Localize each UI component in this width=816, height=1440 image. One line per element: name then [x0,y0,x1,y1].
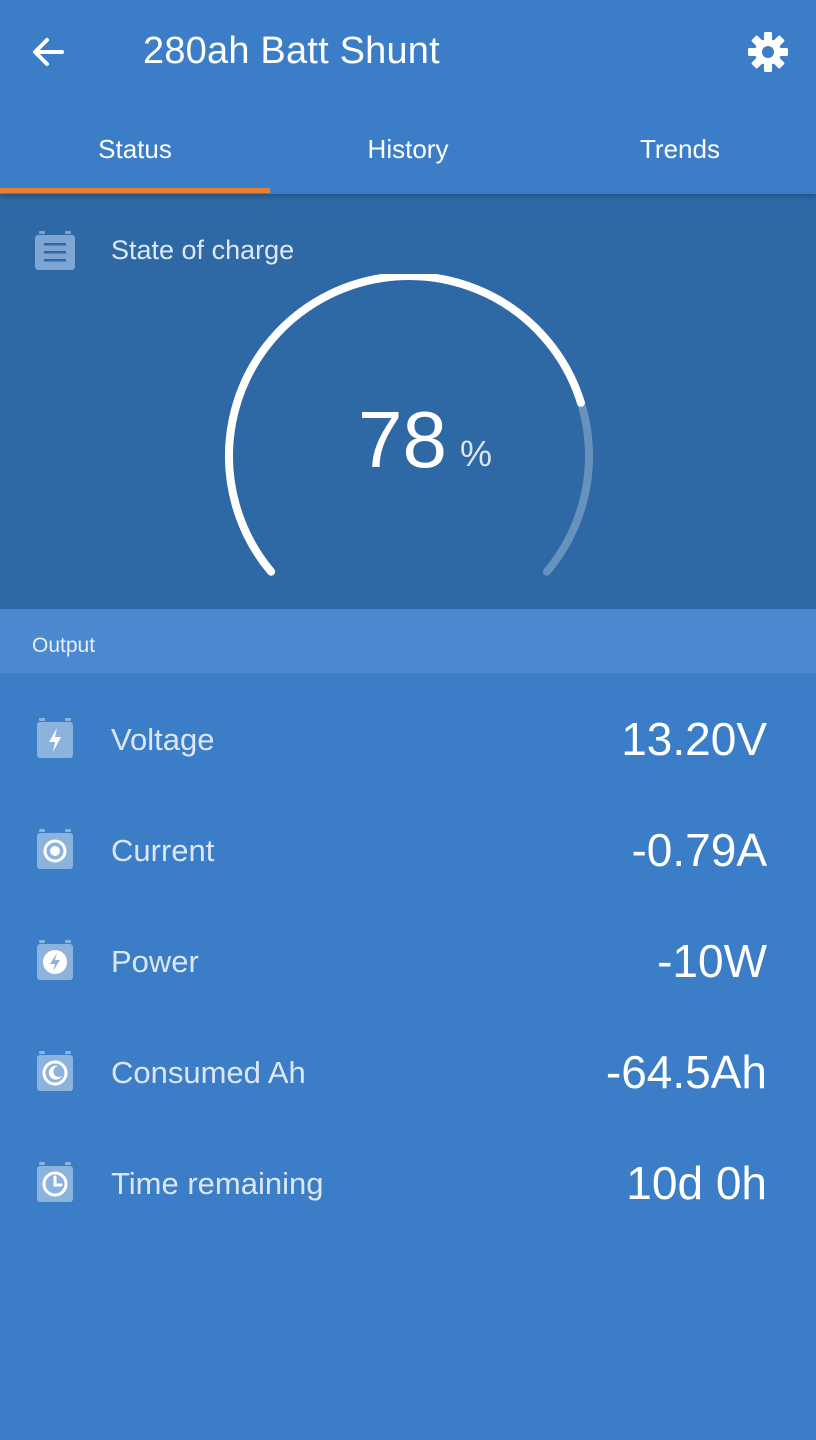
circle-dot-icon [37,829,73,869]
settings-button[interactable] [744,28,792,76]
tab-status[interactable]: Status [0,104,270,194]
tab-history[interactable]: History [272,104,544,194]
output-section-title: Output [32,634,96,657]
app-bar: 280ah Batt Shunt [0,0,816,104]
arrow-left-icon [33,38,64,66]
power-value: -10W [657,935,767,987]
current-value: -0.79A [631,824,767,876]
consumed-ah-row[interactable]: Consumed Ah -64.5Ah [0,1020,816,1131]
voltage-row[interactable]: Voltage 13.20V [0,687,816,798]
tab-trends[interactable]: Trends [544,104,816,194]
current-label: Current [111,833,215,868]
power-label: Power [111,944,199,979]
active-tab-indicator [0,188,270,193]
power-row[interactable]: Power -10W [0,909,816,1020]
consumed-ah-label: Consumed Ah [111,1055,306,1090]
bolt-icon [37,718,73,758]
consumed-ah-value: -64.5Ah [605,1046,767,1098]
list-icon [35,231,75,270]
time-remaining-row[interactable]: Time remaining 10d 0h [0,1131,816,1242]
time-remaining-value: 10d 0h [626,1157,767,1209]
tab-bar: Status History Trends [0,104,816,194]
state-of-charge-panel: State of charge 78 % [0,194,816,609]
back-button[interactable] [22,24,74,80]
current-row[interactable]: Current -0.79A [0,798,816,909]
voltage-label: Voltage [111,722,215,757]
voltage-value: 13.20V [621,713,767,765]
state-of-charge-label: State of charge [111,235,295,265]
page-title: 280ah Batt Shunt [143,30,440,72]
moon-icon [37,1051,73,1091]
power-bolt-icon [37,940,73,980]
time-remaining-label: Time remaining [111,1166,324,1201]
clock-icon [37,1162,73,1202]
state-of-charge-value: 78 [358,395,447,484]
gear-icon [748,32,788,72]
state-of-charge-unit: % [460,433,493,474]
output-section-header: Output [0,609,816,673]
